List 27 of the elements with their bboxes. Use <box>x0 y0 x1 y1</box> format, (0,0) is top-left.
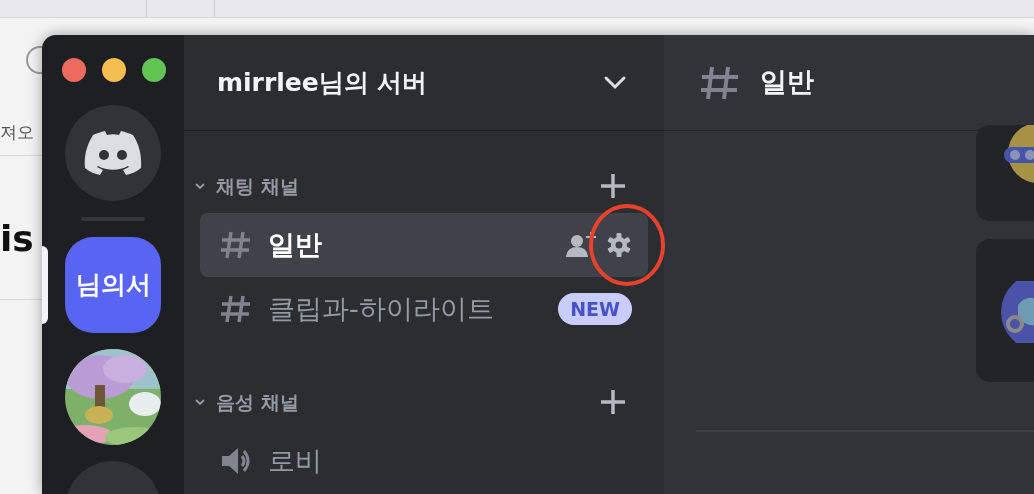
server-button[interactable]: 님의서 <box>65 237 161 333</box>
channel-name: 로비 <box>268 443 323 478</box>
category-label[interactable]: 음성 채널 <box>216 387 600 417</box>
hash-icon <box>220 294 252 324</box>
channel-title: 일반 <box>760 65 814 100</box>
settings-icon[interactable] <box>606 232 632 258</box>
new-badge: NEW <box>558 293 632 325</box>
hash-icon <box>700 64 740 101</box>
channel-item[interactable]: 일반 <box>200 213 648 277</box>
category-label[interactable]: 채팅 채널 <box>216 171 600 201</box>
channel-name: 일반 <box>268 227 323 262</box>
zoom-button[interactable] <box>142 58 166 82</box>
discord-logo-icon <box>84 131 142 175</box>
plus-icon[interactable] <box>600 389 626 415</box>
hash-icon <box>220 230 252 260</box>
speaker-icon <box>220 445 252 477</box>
channel-item[interactable]: 클립과-하이라이트 NEW <box>200 277 648 341</box>
tab-label: 져오 <box>0 120 34 144</box>
heading: is <box>0 217 35 261</box>
close-button[interactable] <box>62 58 86 82</box>
avatar-icon <box>1000 281 1034 343</box>
minimize-button[interactable] <box>102 58 126 82</box>
plus-icon[interactable] <box>600 173 626 199</box>
add-member-icon[interactable] <box>566 232 596 258</box>
channel-name: 클립과-하이라이트 <box>268 291 495 326</box>
chevron-down-icon <box>603 74 627 91</box>
channel-item[interactable]: 로비 <box>200 429 648 493</box>
